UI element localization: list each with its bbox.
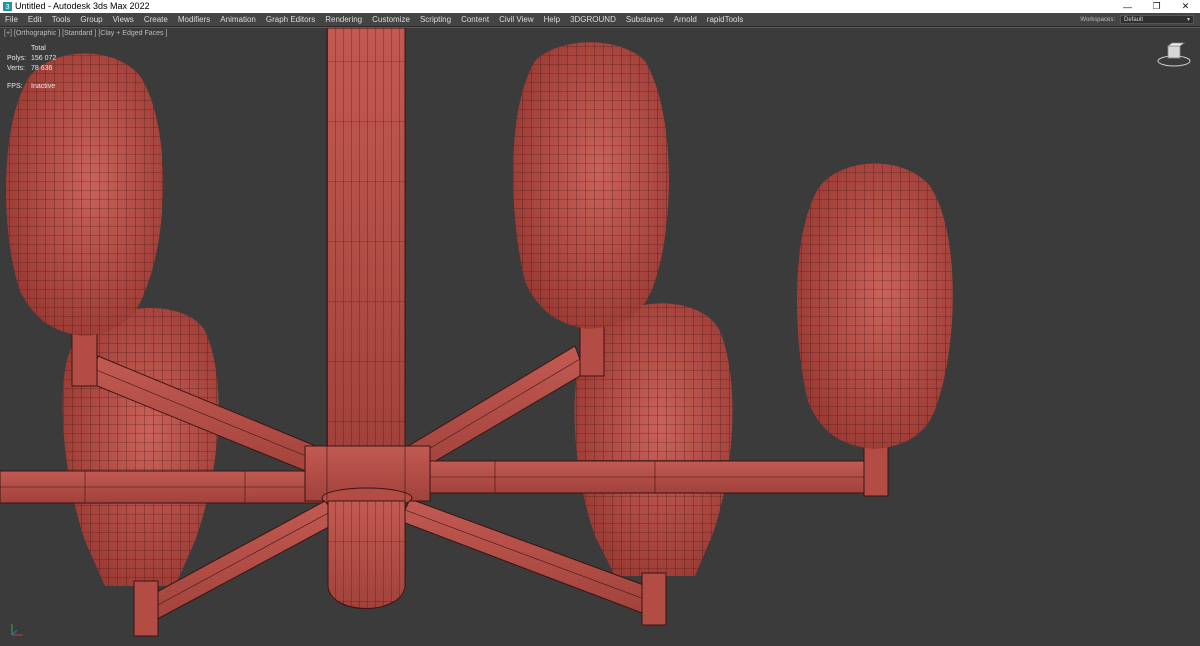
menu-graph-editors[interactable]: Graph Editors xyxy=(261,13,320,26)
workspaces-dropdown[interactable]: Default ▾ xyxy=(1120,15,1194,24)
polys-label: Polys: xyxy=(7,55,27,62)
arm-left xyxy=(0,470,331,504)
menu-views[interactable]: Views xyxy=(108,13,139,26)
window-title: Untitled - Autodesk 3ds Max 2022 xyxy=(15,1,150,11)
stats-header: Total xyxy=(31,45,46,52)
menu-bar: File Edit Tools Group Views Create Modif… xyxy=(0,13,1200,27)
bottom-finial xyxy=(327,500,406,609)
menu-scripting[interactable]: Scripting xyxy=(415,13,456,26)
menu-rapidtools[interactable]: rapidTools xyxy=(702,13,748,26)
menu-rendering[interactable]: Rendering xyxy=(320,13,367,26)
hub xyxy=(304,445,431,509)
menu-substance[interactable]: Substance xyxy=(621,13,669,26)
menu-tools[interactable]: Tools xyxy=(47,13,76,26)
restore-icon: ❐ xyxy=(1152,1,1161,11)
restore-button[interactable]: ❐ xyxy=(1142,0,1171,13)
menu-customize[interactable]: Customize xyxy=(367,13,415,26)
shade-front-right xyxy=(796,163,953,449)
perspective-viewport[interactable]: [+] [Orthographic ] [Standard ] [Clay + … xyxy=(0,27,1200,645)
workspaces-label: Workspaces: xyxy=(1080,16,1115,23)
title-bar: 3 Untitled - Autodesk 3ds Max 2022 — ❐ ✕ xyxy=(0,0,1200,13)
menu-content[interactable]: Content xyxy=(456,13,494,26)
polys-value: 156 072 xyxy=(31,55,57,62)
menu-create[interactable]: Create xyxy=(139,13,173,26)
shade-front-left xyxy=(6,53,164,336)
close-icon: ✕ xyxy=(1181,1,1190,11)
viewport-statistics: Total Polys: 156 072 Verts: 78 636 FPS: Ina… xyxy=(7,44,56,92)
viewport-label-menu[interactable]: [+] [Orthographic ] [Standard ] [Clay + … xyxy=(4,30,167,37)
verts-label: Verts: xyxy=(7,65,25,72)
viewcube-icon[interactable] xyxy=(1156,40,1192,68)
workspaces-control: Workspaces: Default ▾ xyxy=(1080,13,1194,26)
menu-3dground[interactable]: 3DGROUND xyxy=(565,13,621,26)
3dsmax-app-icon: 3 xyxy=(3,2,12,11)
shade-front-center xyxy=(513,42,669,329)
fps-label: FPS: xyxy=(7,83,23,90)
central-rod xyxy=(326,28,406,454)
menu-edit[interactable]: Edit xyxy=(23,13,47,26)
menu-file[interactable]: File xyxy=(0,13,23,26)
fps-value: Inactive xyxy=(31,83,56,90)
minimize-icon: — xyxy=(1123,1,1132,12)
workspaces-value: Default xyxy=(1124,16,1144,23)
menu-group[interactable]: Group xyxy=(75,13,107,26)
chevron-down-icon: ▾ xyxy=(1186,17,1190,23)
minimize-button[interactable]: — xyxy=(1113,0,1142,13)
svg-text:3: 3 xyxy=(6,2,10,11)
axis-gizmo-icon xyxy=(11,624,23,636)
menu-animation[interactable]: Animation xyxy=(215,13,261,26)
menu-civil-view[interactable]: Civil View xyxy=(494,13,539,26)
close-button[interactable]: ✕ xyxy=(1171,0,1200,13)
menu-arnold[interactable]: Arnold xyxy=(669,13,702,26)
arm-right xyxy=(409,460,871,494)
verts-value: 78 636 xyxy=(31,65,53,72)
chandelier-model[interactable] xyxy=(0,28,1200,646)
menu-modifiers[interactable]: Modifiers xyxy=(173,13,215,26)
menu-help[interactable]: Help xyxy=(539,13,565,26)
